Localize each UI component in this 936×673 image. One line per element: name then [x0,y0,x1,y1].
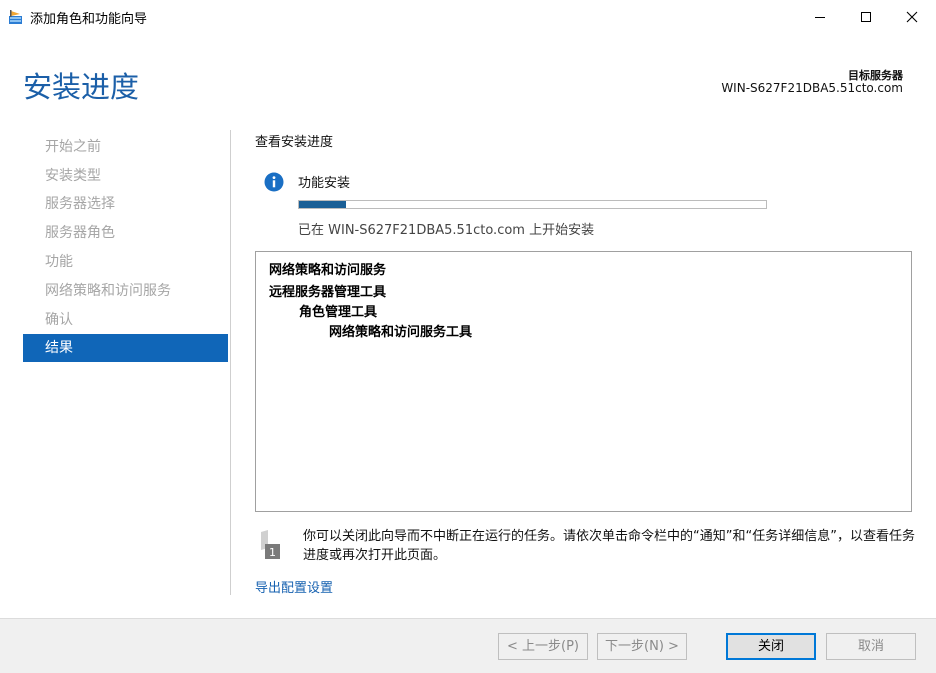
close-icon [906,11,918,23]
previous-button[interactable]: < 上一步(P) [498,633,588,660]
minimize-icon [815,17,825,18]
window-title: 添加角色和功能向导 [30,12,148,27]
next-button[interactable]: 下一步(N) > [597,633,687,660]
install-progress-fill [299,201,346,208]
nav-step-results[interactable]: 结果 [23,334,228,362]
server-manager-icon [9,10,22,24]
info-icon [264,172,284,192]
title-bar: 添加角色和功能向导 [0,0,936,34]
minimize-button[interactable] [797,0,843,34]
result-item-network-policy: 网络策略和访问服务 [269,263,387,278]
results-list[interactable]: 网络策略和访问服务 远程服务器管理工具 角色管理工具 网络策略和访问服务工具 [255,251,912,512]
target-server-name: WIN-S627F21DBA5.51cto.com [721,81,903,95]
nav-step-server-roles[interactable]: 服务器角色 [23,219,228,247]
export-config-link[interactable]: 导出配置设置 [255,577,333,596]
notification-flag-icon: 1 [261,530,280,559]
maximize-button[interactable] [843,0,889,34]
result-item-rsat: 远程服务器管理工具 [269,285,387,300]
sidebar-divider [230,130,231,595]
notification-badge: 1 [269,546,276,559]
install-status-text: 已在 WIN-S627F21DBA5.51cto.com 上开始安装 [298,223,595,238]
notification-message: 你可以关闭此向导而不中断正在运行的任务。请依次单击命令栏中的“通知”和“任务详细… [303,529,915,563]
close-window-button[interactable] [889,0,935,34]
install-progress-bar [298,200,767,209]
close-button[interactable]: 关闭 [726,633,816,660]
maximize-icon [861,12,871,22]
nav-step-installation-type[interactable]: 安装类型 [23,162,228,190]
result-item-role-admin-tools: 角色管理工具 [299,305,378,320]
feature-install-label: 功能安装 [298,176,351,191]
result-item-network-policy-tools: 网络策略和访问服务工具 [329,325,473,340]
cancel-button[interactable]: 取消 [826,633,916,660]
nav-step-server-selection[interactable]: 服务器选择 [23,190,228,218]
nav-step-features[interactable]: 功能 [23,248,228,276]
footer-bar: < 上一步(P) 下一步(N) > 关闭 取消 [0,618,936,673]
nav-step-confirmation[interactable]: 确认 [23,306,228,334]
nav-step-before-you-begin[interactable]: 开始之前 [23,133,228,161]
page-title: 安装进度 [23,70,140,104]
section-label: 查看安装进度 [255,135,334,150]
nav-step-network-policy[interactable]: 网络策略和访问服务 [23,277,228,305]
